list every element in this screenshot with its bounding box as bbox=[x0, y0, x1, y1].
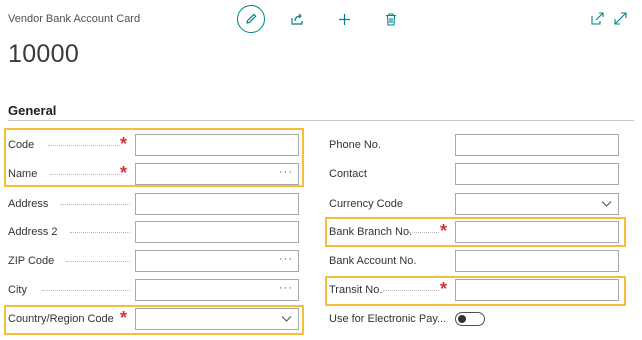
lookup-ellipsis-icon[interactable]: ··· bbox=[279, 278, 293, 298]
field-label: Country/Region Code bbox=[8, 313, 114, 325]
field-label: Currency Code bbox=[329, 198, 403, 210]
required-indicator: * bbox=[120, 163, 128, 183]
label-leader bbox=[409, 232, 439, 233]
share-button[interactable] bbox=[288, 10, 306, 28]
new-button[interactable] bbox=[335, 10, 353, 28]
field-zip-code: ZIP Code ··· bbox=[8, 250, 300, 274]
field-code: Code * bbox=[8, 134, 300, 158]
field-label: Address bbox=[8, 198, 49, 210]
field-label: Code bbox=[8, 139, 35, 151]
label-leader bbox=[60, 204, 130, 205]
edit-icon bbox=[246, 13, 257, 24]
field-currency-code: Currency Code bbox=[329, 193, 621, 217]
field-label: Name bbox=[8, 168, 38, 180]
zip-code-input[interactable]: ··· bbox=[135, 250, 299, 272]
delete-button[interactable] bbox=[382, 10, 400, 28]
page-caption: Vendor Bank Account Card bbox=[8, 13, 141, 25]
contact-input[interactable] bbox=[455, 163, 619, 185]
field-contact: Contact bbox=[329, 163, 621, 187]
name-input[interactable]: ··· bbox=[135, 163, 299, 185]
popout-icon bbox=[590, 11, 604, 25]
field-label: ZIP Code bbox=[8, 255, 55, 267]
field-bank-branch-no: Bank Branch No. * bbox=[329, 221, 621, 245]
field-country-region-code: Country/Region Code * bbox=[8, 308, 300, 332]
section-title-general[interactable]: General bbox=[8, 103, 56, 118]
country-region-code-select[interactable] bbox=[135, 308, 299, 330]
required-indicator: * bbox=[440, 279, 448, 299]
trash-icon bbox=[386, 12, 396, 26]
field-city: City ··· bbox=[8, 279, 300, 303]
transit-no-input[interactable] bbox=[455, 279, 619, 301]
field-label: Phone No. bbox=[329, 139, 381, 151]
required-indicator: * bbox=[440, 221, 448, 241]
section-divider bbox=[8, 120, 634, 121]
address-input[interactable] bbox=[135, 193, 299, 215]
field-label: Bank Account No. bbox=[329, 255, 417, 267]
lookup-ellipsis-icon[interactable]: ··· bbox=[279, 249, 293, 269]
field-bank-account-no: Bank Account No. bbox=[329, 250, 621, 274]
record-number: 10000 bbox=[8, 40, 80, 68]
bank-branch-no-input[interactable] bbox=[455, 221, 619, 243]
bank-account-no-input[interactable] bbox=[455, 250, 619, 272]
field-address-2: Address 2 bbox=[8, 221, 300, 245]
currency-code-select[interactable] bbox=[455, 193, 619, 215]
field-label: Use for Electronic Pay... bbox=[329, 313, 447, 325]
required-indicator: * bbox=[120, 134, 128, 154]
field-label: Contact bbox=[329, 168, 367, 180]
field-label: Bank Branch No. bbox=[329, 226, 413, 238]
label-leader bbox=[48, 145, 122, 146]
label-leader bbox=[50, 174, 122, 175]
toggle-knob bbox=[458, 315, 466, 323]
label-leader bbox=[383, 290, 439, 291]
chevron-down-icon bbox=[281, 316, 292, 322]
city-input[interactable]: ··· bbox=[135, 279, 299, 301]
open-in-new-window-button[interactable] bbox=[589, 10, 605, 26]
field-label: City bbox=[8, 284, 27, 296]
expand-icon bbox=[613, 11, 627, 25]
field-name: Name * ··· bbox=[8, 163, 300, 187]
field-label: Transit No. bbox=[329, 284, 383, 296]
use-for-electronic-payments-toggle[interactable] bbox=[455, 312, 485, 326]
label-leader bbox=[66, 261, 130, 262]
chevron-down-icon bbox=[601, 201, 612, 207]
label-leader bbox=[70, 232, 130, 233]
field-phone-no: Phone No. bbox=[329, 134, 621, 158]
edit-button[interactable] bbox=[237, 5, 265, 33]
field-use-for-electronic-payments: Use for Electronic Pay... bbox=[329, 308, 621, 332]
address-2-input[interactable] bbox=[135, 221, 299, 243]
plus-icon bbox=[338, 13, 350, 25]
code-input[interactable] bbox=[135, 134, 299, 156]
field-transit-no: Transit No. * bbox=[329, 279, 621, 303]
lookup-ellipsis-icon[interactable]: ··· bbox=[279, 162, 293, 182]
field-label: Address 2 bbox=[8, 226, 58, 238]
field-address: Address bbox=[8, 193, 300, 217]
phone-no-input[interactable] bbox=[455, 134, 619, 156]
share-icon bbox=[291, 13, 303, 25]
expand-button[interactable] bbox=[612, 10, 628, 26]
required-indicator: * bbox=[120, 308, 128, 328]
label-leader bbox=[42, 290, 130, 291]
